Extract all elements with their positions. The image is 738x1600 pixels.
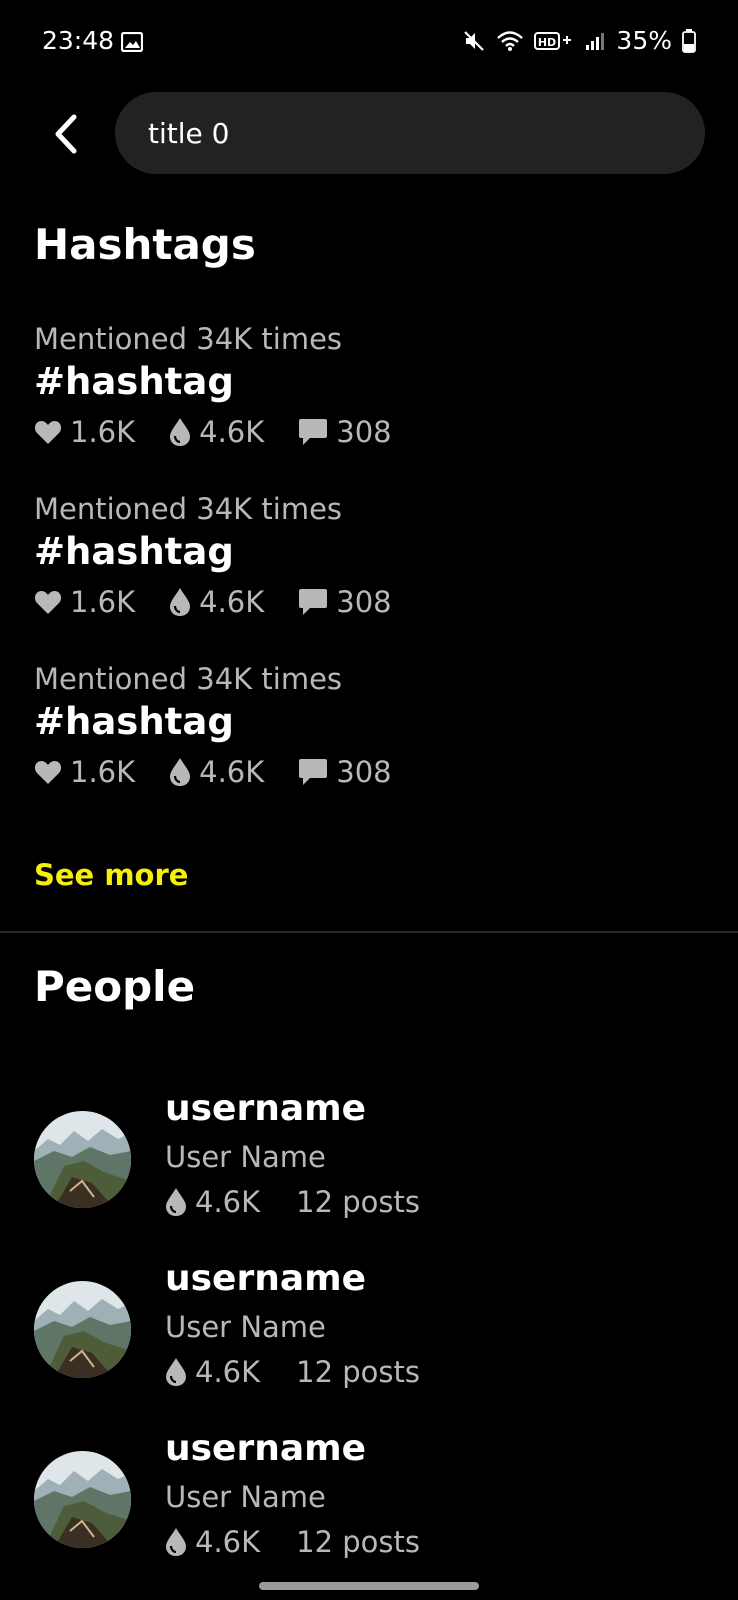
drops-count: 4.6K [199,585,265,619]
hd-plus-icon: HD [534,31,572,50]
signal-icon [586,32,605,50]
mention-count: Mentioned 34K times [34,662,343,696]
likes-stat: 1.6K [34,585,135,619]
status-time: 23:48 [42,26,115,55]
comment-icon [299,589,328,615]
battery-percent: 35% [616,26,672,55]
gallery-icon [121,32,143,52]
likes-count: 1.6K [70,755,136,789]
hashtag-name: #hashtag [34,360,234,403]
hashtag-stats: 1.6K 4.6K 308 [34,415,426,449]
chevron-left-icon [55,114,77,154]
people-title: People [34,962,196,1011]
section-divider [0,931,738,933]
drops-count: 4.6K [199,415,265,449]
see-more-link[interactable]: See more [34,858,188,892]
heart-icon [34,761,62,784]
avatar [34,1451,131,1548]
search-input[interactable] [148,116,668,150]
likes-count: 1.6K [70,585,136,619]
mention-count: Mentioned 34K times [34,492,343,526]
person-item[interactable]: username User Name 4.6K 12 posts [34,1258,714,1408]
comment-icon [299,759,328,785]
mountain-photo-icon [34,1281,131,1378]
drops-stat: 4.6K [169,415,264,449]
drops-stat: 4.6K [169,585,264,619]
likes-stat: 1.6K [34,415,135,449]
posts-count: 12 posts [296,1185,420,1219]
comments-stat: 308 [298,585,392,619]
battery-icon [682,28,696,53]
status-bar: 23:48 HD 35% [0,0,738,90]
comments-count: 308 [336,415,392,449]
person-stats: 4.6K 12 posts [165,1355,420,1389]
home-indicator[interactable] [259,1582,479,1590]
drop-icon [166,1188,186,1216]
hashtag-name: #hashtag [34,530,234,573]
hashtag-name: #hashtag [34,700,234,743]
comments-stat: 308 [298,415,392,449]
comments-stat: 308 [298,755,392,789]
mute-icon [464,30,485,51]
drops-count: 4.6K [195,1185,261,1219]
person-stats: 4.6K 12 posts [165,1525,420,1559]
search-box[interactable] [115,92,705,174]
drops-count: 4.6K [195,1355,261,1389]
person-username: username [165,1258,367,1299]
likes-stat: 1.6K [34,755,135,789]
comments-count: 308 [336,755,392,789]
person-display-name: User Name [165,1480,326,1514]
drops-count: 4.6K [195,1525,261,1559]
drops-count: 4.6K [199,755,265,789]
hashtag-stats: 1.6K 4.6K 308 [34,755,426,789]
posts-count: 12 posts [296,1355,420,1389]
avatar [34,1281,131,1378]
svg-text:HD: HD [538,36,556,49]
drop-icon [166,1528,186,1556]
mention-count: Mentioned 34K times [34,322,343,356]
heart-icon [34,591,62,614]
drop-icon [166,1358,186,1386]
person-username: username [165,1088,367,1129]
person-username: username [165,1428,367,1469]
comment-icon [299,419,328,445]
drops-stat: 4.6K [165,1525,260,1559]
hashtag-item[interactable]: Mentioned 34K times #hashtag 1.6K 4.6K 3… [34,662,714,822]
mountain-photo-icon [34,1111,131,1208]
posts-count: 12 posts [296,1525,420,1559]
likes-count: 1.6K [70,415,136,449]
mountain-photo-icon [34,1451,131,1548]
hashtag-item[interactable]: Mentioned 34K times #hashtag 1.6K 4.6K 3… [34,322,714,482]
drop-icon [170,418,191,446]
drop-icon [170,588,191,616]
drops-stat: 4.6K [169,755,264,789]
hashtags-title: Hashtags [34,220,256,269]
back-button[interactable] [40,106,90,162]
drops-stat: 4.6K [165,1355,260,1389]
hashtag-item[interactable]: Mentioned 34K times #hashtag 1.6K 4.6K 3… [34,492,714,652]
heart-icon [34,421,62,444]
status-icons: HD 35% [462,26,696,55]
wifi-icon [497,30,524,51]
person-display-name: User Name [165,1140,326,1174]
comments-count: 308 [336,585,392,619]
hashtag-stats: 1.6K 4.6K 308 [34,585,426,619]
person-item[interactable]: username User Name 4.6K 12 posts [34,1428,714,1578]
person-display-name: User Name [165,1310,326,1344]
avatar [34,1111,131,1208]
person-stats: 4.6K 12 posts [165,1185,420,1219]
drops-stat: 4.6K [165,1185,260,1219]
person-item[interactable]: username User Name 4.6K 12 posts [34,1088,714,1238]
drop-icon [170,758,191,786]
